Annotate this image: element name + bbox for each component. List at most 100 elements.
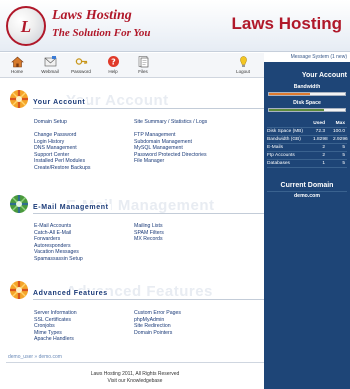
disk-space-label: Disk Space <box>293 100 321 106</box>
usage-stats-table: Used Max Disk Space (MB) 72.3 100.0 Band… <box>267 120 348 168</box>
toolbar-password-label: Password <box>71 69 91 74</box>
toolbar-files-label: Files <box>138 69 148 74</box>
email-section-icon <box>6 191 32 217</box>
help-icon: ? <box>107 55 120 68</box>
footer-divider <box>6 362 264 363</box>
section-your-account: Your Account Your Account Domain Setup C… <box>6 86 264 171</box>
link-mailing-lists[interactable]: Mailing Lists <box>134 223 163 229</box>
link-file-manager[interactable]: File Manager <box>134 158 164 164</box>
link-subdomain-management[interactable]: Subdomain Management <box>134 139 192 145</box>
home-icon <box>10 55 24 68</box>
domain-divider <box>267 191 347 192</box>
current-domain-title: Current Domain <box>280 182 334 189</box>
stat-used: 2 <box>322 153 325 158</box>
section-email-management: E-Mail Management E-Mail Management E-Ma… <box>6 191 264 262</box>
stats-row: Disk Space (MB) 72.3 100.0 <box>267 128 347 136</box>
stat-name: Bandwidth (GB) <box>267 137 301 142</box>
email-section-title: E-Mail Management <box>33 204 111 211</box>
account-section-icon <box>6 86 32 112</box>
link-ftp-management[interactable]: FTP Management <box>134 132 175 138</box>
link-mysql-management[interactable]: MySQL Management <box>134 145 183 151</box>
stat-name: E-Mails <box>267 145 283 150</box>
toolbar-logout-label: Logout <box>236 69 250 74</box>
stat-max: 2.9296 <box>333 137 348 142</box>
mail-icon <box>44 55 57 68</box>
link-mx-records[interactable]: MX Records <box>134 236 163 242</box>
site-header: L Laws Hosting The Solution For You Laws… <box>0 0 350 52</box>
link-site-redirection[interactable]: Site Redirection <box>134 323 171 329</box>
stats-header-row: Used Max <box>267 120 347 128</box>
link-domain-setup[interactable]: Domain Setup <box>34 119 67 125</box>
link-installed-perl-modules[interactable]: Installed Perl Modules <box>34 158 85 164</box>
advanced-section-icon <box>6 277 32 303</box>
header-title: Laws Hosting <box>231 14 342 33</box>
stats-row: Bandwidth (GB) 1.8298 2.9296 <box>267 136 348 144</box>
link-dns-management[interactable]: DNS Management <box>34 145 77 151</box>
section-divider <box>33 108 264 109</box>
logo-text: L <box>20 17 32 36</box>
link-create-restore-backups[interactable]: Create/Restore Backups <box>34 165 91 171</box>
stat-max: 100.0 <box>333 129 346 134</box>
link-server-information[interactable]: Server Information <box>34 310 77 316</box>
message-system-link[interactable]: Message System (1 new) <box>291 54 347 60</box>
stat-max: 5 <box>342 145 345 150</box>
files-icon <box>137 55 150 68</box>
section-advanced-features: Advanced Features Advanced Features Serv… <box>6 277 264 342</box>
stats-row: Ftp Accounts 2 5 <box>267 152 347 160</box>
toolbar-logout[interactable]: Logout <box>228 55 258 74</box>
stats-header-max: Max <box>335 121 345 126</box>
current-domain-value[interactable]: demo.com <box>264 193 350 199</box>
link-phpmyadmin[interactable]: phpMyAdmin <box>134 317 164 323</box>
brand-logo[interactable]: L <box>6 6 46 46</box>
toolbar-help[interactable]: ? Help <box>98 55 128 74</box>
toolbar-home[interactable]: Home <box>2 55 32 74</box>
link-autoresponders[interactable]: Autoresponders <box>34 243 71 249</box>
link-vacation-messages[interactable]: Vacation Messages <box>34 249 79 255</box>
brand-name: Laws Hosting <box>52 8 132 23</box>
knowledgebase-link[interactable]: Visit our Knowledgebase <box>6 378 264 384</box>
advanced-section-title: Advanced Features <box>33 290 110 297</box>
link-ssl-certificates[interactable]: SSL Certificates <box>34 317 71 323</box>
bandwidth-bar-fill <box>269 93 311 95</box>
toolbar-password[interactable]: Password <box>66 55 96 74</box>
toolbar-webmail-label: Webmail <box>41 69 59 74</box>
link-change-password[interactable]: Change Password <box>34 132 76 138</box>
stat-max: 5 <box>342 153 345 158</box>
stat-used: 2 <box>322 145 325 150</box>
link-mime-types[interactable]: Mime Types <box>34 330 62 336</box>
stats-header-used: Used <box>313 121 325 126</box>
bandwidth-bar <box>268 92 346 96</box>
section-divider <box>33 213 264 214</box>
account-section-title: Your Account <box>33 99 88 106</box>
key-icon <box>75 55 88 68</box>
link-site-summary[interactable]: Site Summary / Statistics / Logs <box>134 119 207 125</box>
link-support-center[interactable]: Support Center <box>34 152 69 158</box>
logout-icon <box>237 55 250 68</box>
link-email-accounts[interactable]: E-Mail Accounts <box>34 223 71 229</box>
toolbar-help-label: Help <box>108 69 118 74</box>
stat-used: 1 <box>322 161 325 166</box>
section-divider <box>33 299 264 300</box>
link-password-protected-directories[interactable]: Password Protected Directories <box>134 152 207 158</box>
link-domain-pointers[interactable]: Domain Pointers <box>134 330 172 336</box>
link-forwarders[interactable]: Forwarders <box>34 236 60 242</box>
link-spam-filters[interactable]: SPAM Filters <box>134 230 164 236</box>
main-toolbar: Home Webmail Password ? Help Files Logou… <box>0 53 264 78</box>
stat-name: Databases <box>267 161 290 166</box>
sidebar-title: Your Account <box>301 72 347 79</box>
toolbar-home-label: Home <box>10 69 23 74</box>
brand-tagline: The Solution For You <box>52 27 151 39</box>
disk-space-bar <box>268 108 346 112</box>
link-login-history[interactable]: Login History <box>34 139 64 145</box>
link-cronjobs[interactable]: Cronjobs <box>34 323 55 329</box>
toolbar-webmail[interactable]: Webmail <box>35 55 65 74</box>
link-apache-handlers[interactable]: Apache Handlers <box>34 336 74 342</box>
breadcrumb-user[interactable]: demo_user » demo.com <box>8 354 62 360</box>
link-custom-error-pages[interactable]: Custom Error Pages <box>134 310 181 316</box>
stat-max: 5 <box>342 161 345 166</box>
toolbar-files[interactable]: Files <box>128 55 158 74</box>
link-catch-all-email[interactable]: Catch-All E-Mail <box>34 230 71 236</box>
stat-name: Disk Space (MB) <box>267 129 303 134</box>
disk-space-bar-fill <box>269 109 324 111</box>
link-spamassassin-setup[interactable]: Spamassassin Setup <box>34 256 83 262</box>
